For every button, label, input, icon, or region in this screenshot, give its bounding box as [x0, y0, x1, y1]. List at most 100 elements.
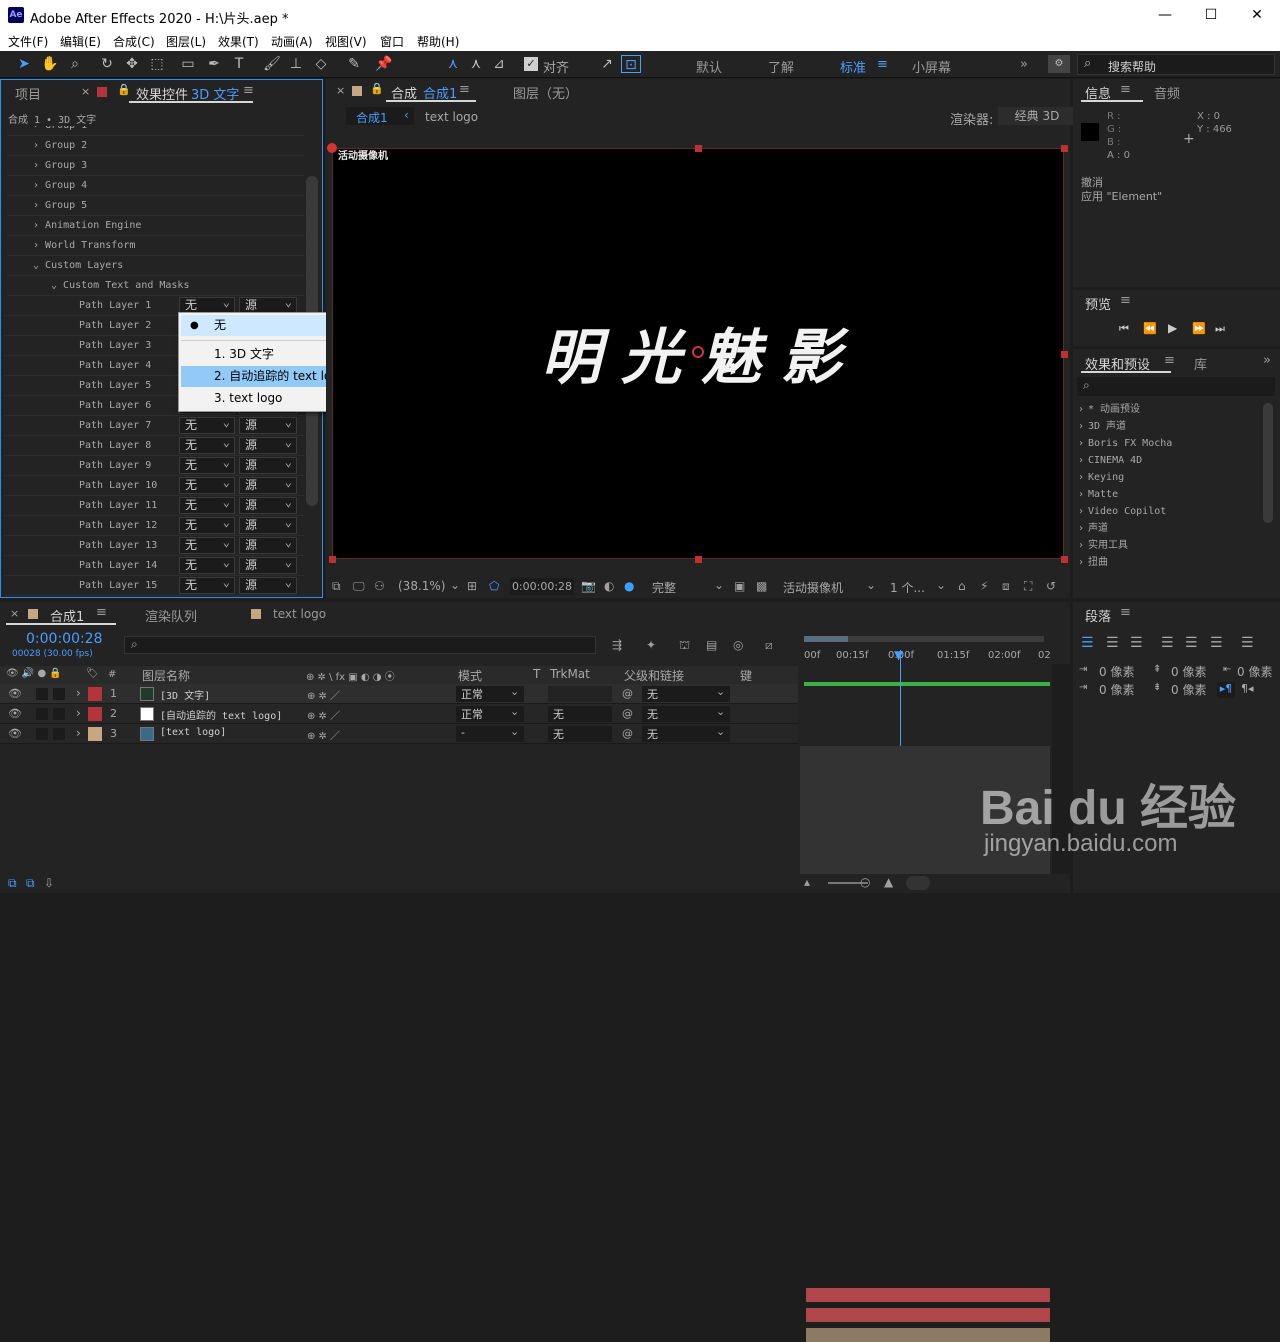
source-dropdown[interactable]: 源 [239, 455, 297, 474]
tab-render-queue[interactable]: 渲染队列 [145, 606, 197, 625]
zoom-handle-icon[interactable]: ○ [860, 875, 870, 889]
roto-brush-tool-icon[interactable]: ✎ [344, 55, 364, 73]
solo-toggle[interactable] [36, 688, 48, 700]
zoom-out-icon[interactable]: ▴ [804, 875, 810, 889]
eye-icon[interactable]: 👁 [8, 727, 22, 740]
timeline-layer-row[interactable]: 👁 › 2 [自动追踪的 text logo] ⊕ ✲ ／正常 ⌄ 无 @ 无 ⌄ [0, 704, 798, 724]
effects-category[interactable]: Matte [1072, 486, 1262, 503]
effects-category[interactable]: 3D 声道 [1072, 418, 1262, 435]
close-tab-icon[interactable]: × [336, 84, 345, 97]
handle-bottom-left[interactable] [329, 556, 336, 563]
col-t[interactable]: T [533, 667, 540, 681]
layer-name[interactable]: [text logo] [160, 727, 226, 738]
effects-category[interactable]: 扭曲 [1072, 554, 1262, 571]
expand-chevron-icon[interactable]: › [76, 726, 81, 740]
rotate-tool-icon[interactable]: ↻ [97, 55, 117, 73]
anchor-point-icon[interactable] [692, 346, 704, 358]
more-panels-icon[interactable]: » [1263, 353, 1271, 368]
layer-switches[interactable]: ⊕ ✲ ／ [307, 707, 340, 722]
tree-row[interactable]: › Animation Engine [7, 216, 305, 236]
views-select[interactable]: 1 个... [890, 579, 925, 596]
eye-icon[interactable]: 👁 [8, 687, 22, 700]
flowchart-icon[interactable]: ⛶ [1024, 579, 1032, 594]
snap-options-icon[interactable]: ⊡ [621, 55, 641, 73]
label-color-swatch[interactable] [88, 707, 102, 721]
layer-dropdown[interactable]: 无 [179, 475, 235, 494]
layer-dropdown[interactable]: 无 [179, 455, 235, 474]
effects-category[interactable]: CINEMA 4D [1072, 452, 1262, 469]
layer-dropdown[interactable]: 无 [179, 435, 235, 454]
toggle-pixel-icon[interactable]: ⌂ [958, 579, 966, 593]
more-workspaces-icon[interactable]: » [1020, 57, 1028, 72]
label-color-swatch[interactable] [88, 727, 102, 741]
roi-icon[interactable]: ▣ [734, 579, 745, 593]
viewer-timecode[interactable]: 0:00:00:28 [510, 578, 574, 595]
draft-3d-icon[interactable]: ✦ [646, 638, 656, 652]
pan-behind-tool-icon[interactable]: ⬚ [147, 55, 167, 73]
source-dropdown[interactable]: 源 [239, 475, 297, 494]
layer-duration-bar[interactable] [806, 1328, 1050, 1342]
panel-menu-icon[interactable]: ≡ [459, 82, 470, 97]
monitor-icon[interactable]: 🖵 [353, 579, 365, 594]
region-icon[interactable]: ⬠ [489, 579, 499, 593]
fast-preview-icon[interactable]: ⚡ [980, 579, 988, 593]
source-dropdown[interactable]: 源 [239, 435, 297, 454]
zoom-tool-icon[interactable]: ⌕ [65, 55, 85, 73]
col-parent[interactable]: 父级和链接 [624, 667, 684, 684]
mask-view-icon[interactable]: ⚇ [374, 579, 385, 593]
label-color-swatch[interactable] [88, 687, 102, 701]
menu-animation[interactable]: 动画(A) [271, 33, 313, 50]
handle-top[interactable] [695, 145, 702, 152]
eye-icon[interactable]: 👁 [8, 707, 22, 720]
panel-menu-icon[interactable]: ≡ [1120, 82, 1131, 97]
motion-blur-icon[interactable]: ◎ [733, 638, 743, 652]
first-frame-icon[interactable]: ⏮ [1119, 322, 1129, 336]
justify-all-icon[interactable]: ☰ [1241, 635, 1254, 651]
tab-project[interactable]: 项目 [15, 84, 41, 103]
justify-right-icon[interactable]: ☰ [1210, 635, 1223, 651]
layer-name[interactable]: [自动追踪的 text logo] [160, 707, 282, 722]
comp-flowchart-icon[interactable]: ⇶ [612, 638, 622, 652]
panel-menu-icon[interactable]: ≡ [96, 605, 107, 620]
align-checkbox[interactable]: ✓ [524, 57, 538, 71]
justify-center-icon[interactable]: ☰ [1185, 635, 1198, 651]
viewer-area[interactable]: 活动摄像机 明光魅影 [326, 141, 1070, 577]
reset-exposure-icon[interactable]: ↺ [1046, 579, 1056, 593]
timeline-timecode[interactable]: 0:00:00:28 [26, 631, 103, 647]
col-mode[interactable]: 模式 [458, 667, 482, 684]
menu-window[interactable]: 窗口 [380, 33, 404, 50]
solo-toggle[interactable] [36, 708, 48, 720]
effects-category[interactable]: * 动画预设 [1072, 401, 1262, 418]
pen-tool-icon[interactable]: ✒ [204, 55, 224, 73]
close-tab-icon[interactable]: × [81, 85, 90, 98]
preview-options-icon[interactable]: ⧉ [332, 579, 341, 594]
timeline-scrollbar[interactable] [906, 876, 930, 890]
timeline-search-input[interactable]: ⌕ [124, 636, 596, 654]
timeline-layer-row[interactable]: 👁 › 3 [text logo] ⊕ ✲ ／ - ⌄ 无 @ 无 ⌄ [0, 724, 798, 744]
menu-help[interactable]: 帮助(H) [417, 33, 459, 50]
work-area-range[interactable] [804, 636, 848, 642]
layer-dropdown[interactable]: 无 [179, 555, 235, 574]
zoom-in-icon[interactable]: ▲ [884, 875, 893, 889]
hand-tool-icon[interactable]: ✋ [40, 55, 60, 73]
layer-dropdown[interactable]: 无 [179, 535, 235, 554]
workspace-menu-icon[interactable]: ≡ [877, 57, 888, 72]
camera-tool-icon[interactable]: ✥ [122, 55, 142, 73]
solo-toggle[interactable] [36, 728, 48, 740]
timeline-icon[interactable]: ⧈ [1002, 579, 1010, 594]
frame-blend-icon[interactable]: ▤ [706, 638, 717, 652]
close-tab-icon[interactable]: × [10, 607, 19, 620]
playhead-icon[interactable]: ▼ [894, 648, 903, 662]
play-icon[interactable]: ▶ [1168, 321, 1177, 335]
tree-row[interactable]: › World Transform [7, 236, 305, 256]
close-button[interactable]: ✕ [1234, 0, 1280, 31]
expand-chevron-icon[interactable]: › [76, 686, 81, 700]
trkmat-select[interactable]: 无 [548, 726, 612, 742]
channels-icon[interactable]: ● [624, 579, 634, 593]
view-axis-icon[interactable]: ⊿ [489, 55, 509, 73]
graph-editor-icon[interactable]: ⧄ [765, 638, 773, 653]
search-options-icon[interactable]: ⚙ [1048, 55, 1070, 73]
tree-row[interactable]: › Group 1 [7, 126, 305, 136]
snapshot-icon[interactable]: 📷 [581, 579, 596, 593]
tab-library[interactable]: 库 [1194, 354, 1207, 373]
